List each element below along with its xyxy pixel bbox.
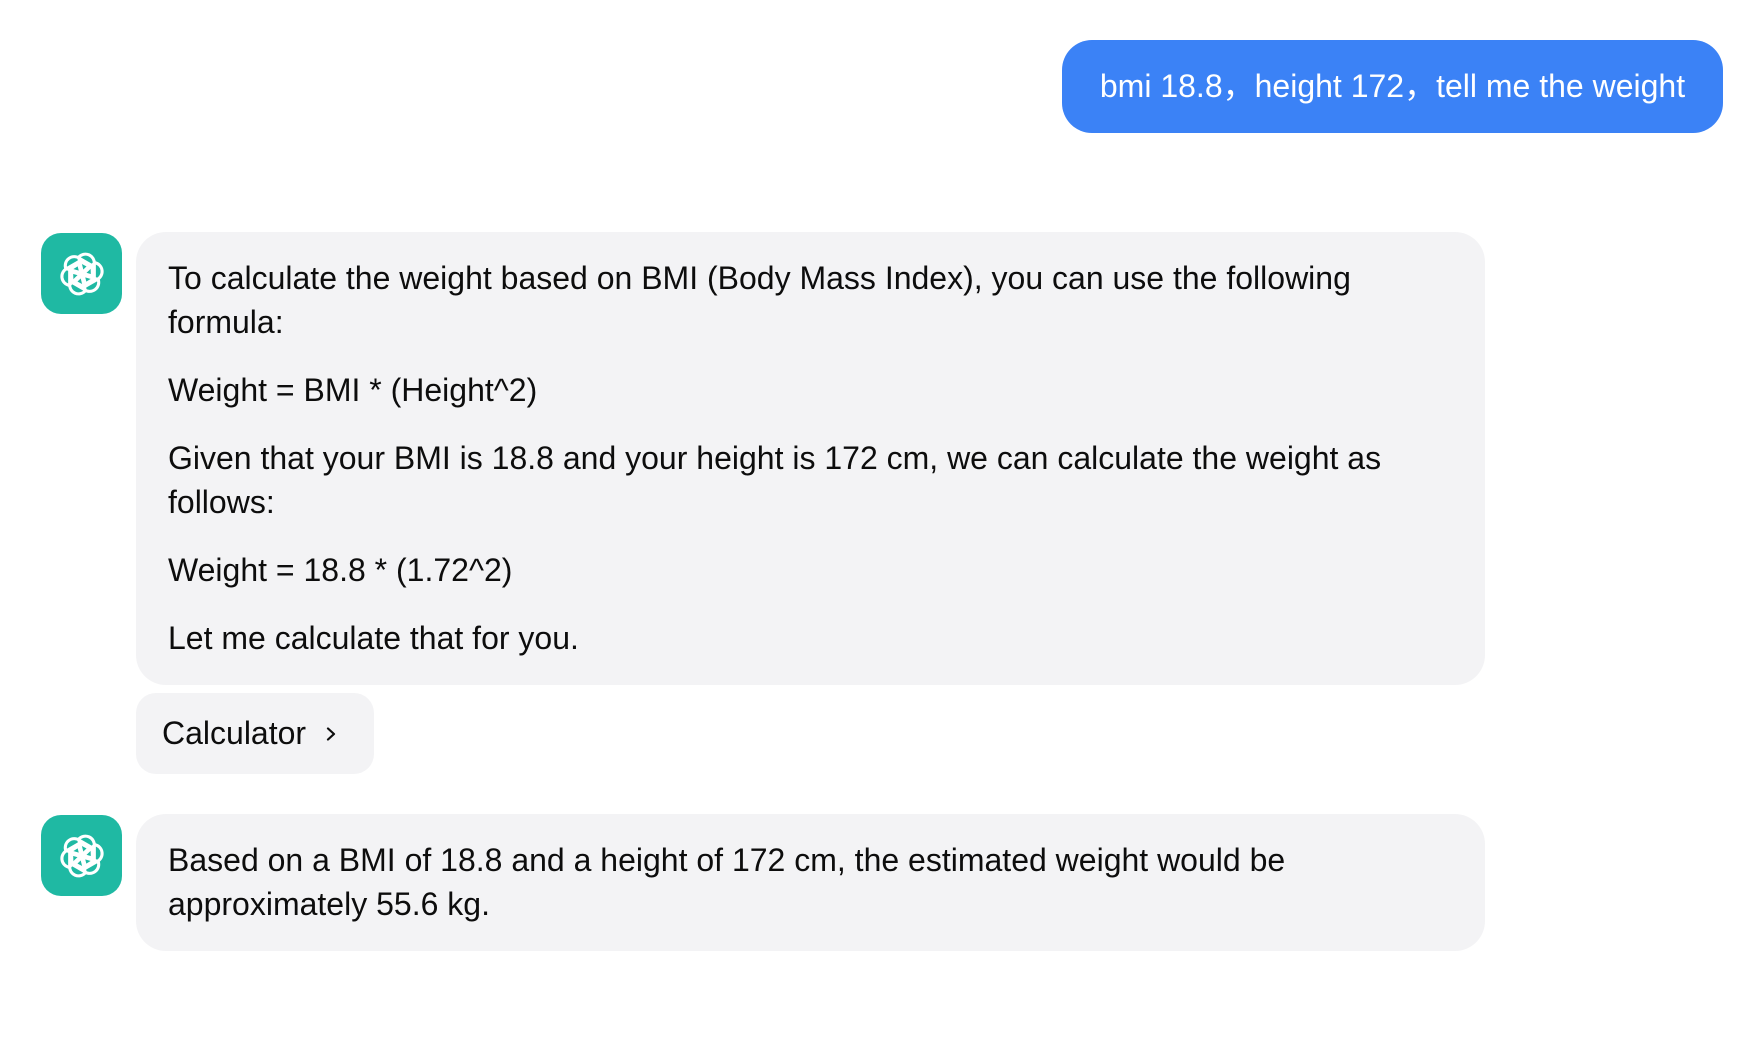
assistant-paragraph: Weight = 18.8 * (1.72^2): [168, 552, 513, 588]
calculator-tool-button[interactable]: Calculator: [136, 693, 374, 774]
calculator-tool-label: Calculator: [162, 715, 307, 751]
assistant-avatar: [41, 233, 122, 314]
assistant-paragraph: Based on a BMI of 18.8 and a height of 1…: [168, 842, 1286, 922]
assistant-paragraph: Weight = BMI * (Height^2): [168, 372, 538, 408]
assistant-avatar: [41, 815, 122, 896]
assistant-message-bubble: To calculate the weight based on BMI (Bo…: [136, 232, 1485, 685]
user-message-bubble: bmi 18.8，height 172，tell me the weight: [1062, 40, 1723, 133]
openai-logo-icon: [59, 252, 104, 295]
assistant-paragraph: To calculate the weight based on BMI (Bo…: [168, 260, 1351, 340]
chevron-right-icon: [326, 726, 336, 741]
openai-logo-icon: [59, 834, 104, 877]
assistant-paragraph: Given that your BMI is 18.8 and your hei…: [168, 440, 1382, 520]
assistant-paragraph: Let me calculate that for you.: [168, 620, 579, 656]
user-message-text: bmi 18.8，height 172，tell me the weight: [1099, 68, 1686, 104]
assistant-message-bubble: Based on a BMI of 18.8 and a height of 1…: [136, 814, 1485, 951]
